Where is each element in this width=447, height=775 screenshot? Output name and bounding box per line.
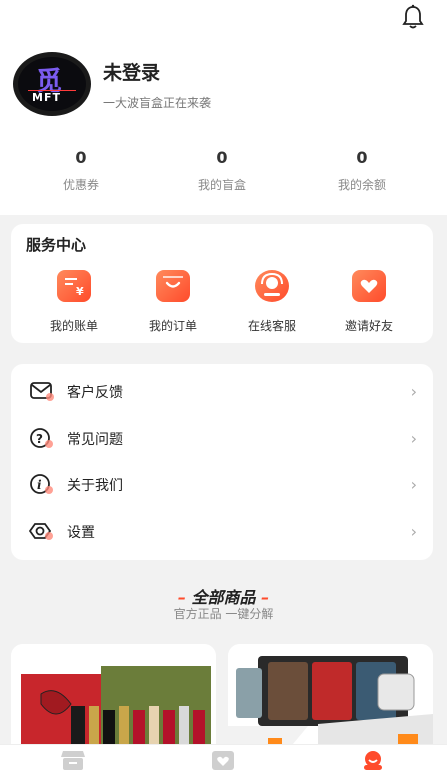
avatar[interactable]: 觅 MFT bbox=[13, 52, 91, 116]
service-label: 在线客服 bbox=[247, 319, 296, 333]
service-center-card: 服务中心 ¥ 我的账单 我的订单 在线客服 邀请好友 bbox=[11, 224, 433, 343]
box-icon[interactable] bbox=[210, 749, 236, 771]
settings-menu-card: 客户反馈 › ? 常见问题 › i 关于我们 › 设置 › bbox=[11, 364, 433, 560]
user-subtitle: 一大波盲盒正在来袭 bbox=[103, 96, 212, 110]
stat-label: 优惠券 bbox=[62, 178, 99, 192]
service-item-invite[interactable]: 邀请好友 bbox=[324, 270, 414, 334]
settings-icon bbox=[29, 523, 53, 540]
service-center-title: 服务中心 bbox=[26, 236, 87, 254]
order-icon bbox=[156, 270, 190, 302]
product-card[interactable] bbox=[228, 644, 433, 750]
menu-label: 设置 bbox=[67, 525, 95, 541]
bill-icon: ¥ bbox=[57, 270, 91, 302]
avatar-text: MFT bbox=[32, 91, 61, 104]
stat-label: 我的盲盒 bbox=[197, 178, 246, 192]
store-icon[interactable] bbox=[60, 749, 86, 771]
svg-text:?: ? bbox=[36, 432, 43, 446]
menu-label: 常见问题 bbox=[67, 432, 123, 448]
service-label: 我的订单 bbox=[148, 319, 197, 333]
stat-blind-boxes[interactable]: 0 我的盲盒 bbox=[162, 148, 282, 193]
stat-coupons[interactable]: 0 优惠券 bbox=[21, 148, 141, 193]
menu-label: 关于我们 bbox=[67, 478, 123, 494]
stat-value: 0 bbox=[356, 148, 368, 167]
svg-text:i: i bbox=[37, 478, 42, 492]
profile-header: 觅 MFT 未登录 一大波盲盒正在来袭 0 优惠券 0 我的盲盒 0 我的余额 bbox=[0, 0, 447, 215]
stat-balance[interactable]: 0 我的余额 bbox=[302, 148, 422, 193]
info-icon: i bbox=[30, 474, 53, 494]
service-item-bills[interactable]: ¥ 我的账单 bbox=[29, 270, 119, 334]
phones-tablets-image bbox=[228, 644, 433, 750]
username[interactable]: 未登录 bbox=[103, 58, 160, 85]
chevron-right-icon: › bbox=[410, 429, 417, 448]
question-icon: ? bbox=[30, 428, 53, 448]
service-label: 邀请好友 bbox=[344, 319, 393, 333]
menu-item-settings[interactable]: 设置 › bbox=[11, 508, 433, 554]
invite-icon bbox=[352, 270, 386, 302]
menu-item-feedback[interactable]: 客户反馈 › bbox=[11, 368, 433, 414]
chevron-right-icon: › bbox=[410, 475, 417, 494]
chevron-right-icon: › bbox=[410, 522, 417, 541]
bottom-tab-bar bbox=[0, 744, 447, 775]
menu-item-faq[interactable]: ? 常见问题 › bbox=[11, 415, 433, 461]
service-label: 我的账单 bbox=[49, 319, 98, 333]
svg-text:¥: ¥ bbox=[76, 285, 84, 298]
section-subtitle: 官方正品 一键分解 bbox=[173, 607, 274, 621]
lipstick-box-image bbox=[11, 644, 216, 750]
stat-value: 0 bbox=[75, 148, 87, 167]
profile-icon[interactable] bbox=[360, 749, 386, 771]
chevron-right-icon: › bbox=[410, 382, 417, 401]
service-item-support[interactable]: 在线客服 bbox=[227, 270, 317, 334]
service-item-orders[interactable]: 我的订单 bbox=[128, 270, 218, 334]
stat-value: 0 bbox=[216, 148, 228, 167]
product-card[interactable] bbox=[11, 644, 216, 750]
mail-icon bbox=[30, 382, 54, 401]
menu-label: 客户反馈 bbox=[67, 385, 123, 401]
bell-icon[interactable] bbox=[401, 4, 425, 30]
customer-service-icon bbox=[255, 270, 289, 302]
menu-item-about[interactable]: i 关于我们 › bbox=[11, 461, 433, 507]
stat-label: 我的余额 bbox=[337, 178, 386, 192]
